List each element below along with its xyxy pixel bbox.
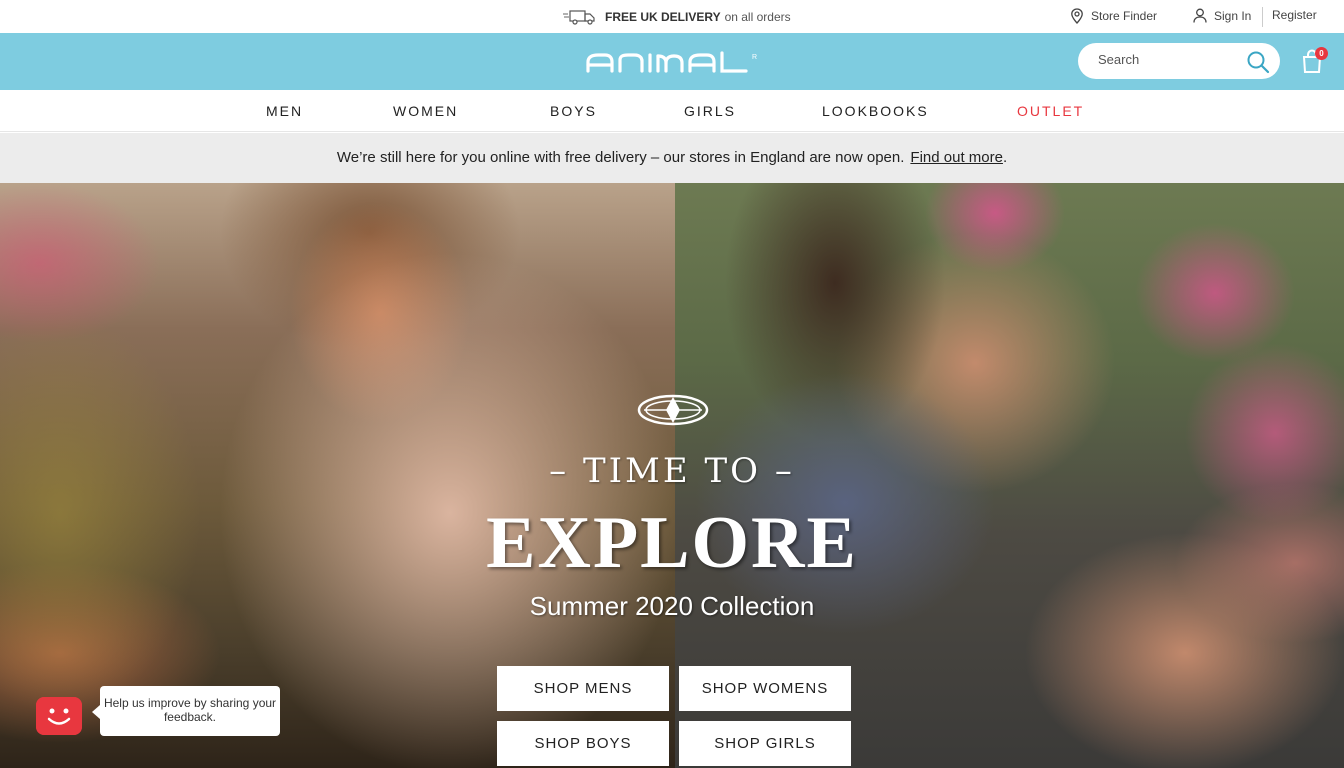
brand-header: R 0 [0,33,1344,90]
search-box[interactable] [1078,43,1280,79]
find-out-more-link[interactable]: Find out more [910,149,1003,166]
delivery-banner: FREE UK DELIVERY on all orders [563,8,791,26]
hero-kicker: – TIME TO – [549,451,795,491]
user-icon [1193,8,1207,23]
hero-banner: – TIME TO – EXPLORE Summer 2020 Collecti… [0,183,1344,768]
shop-womens-button[interactable]: SHOP WOMENS [679,666,851,711]
nav-outlet[interactable]: OUTLET [1017,103,1084,119]
register-link[interactable]: Register [1272,8,1317,22]
shop-girls-button[interactable]: SHOP GIRLS [679,721,851,766]
delivery-bold-text: FREE UK DELIVERY [605,10,721,24]
store-finder-link[interactable]: Store Finder [1070,8,1157,24]
search-icon[interactable] [1246,50,1270,74]
location-pin-icon [1071,8,1083,24]
store-finder-label: Store Finder [1091,9,1158,23]
nav-lookbooks[interactable]: LOOKBOOKS [822,103,929,119]
svg-text:R: R [752,54,757,61]
top-utility-bar: FREE UK DELIVERY on all orders Store Fin… [0,0,1344,33]
notice-text: We’re still here for you online with fre… [336,149,905,166]
feedback-prompt[interactable]: Help us improve by sharing your feedback… [92,686,280,736]
sign-in-link[interactable]: Sign In [1193,8,1251,23]
delivery-truck-icon [563,10,595,25]
shop-mens-button[interactable]: SHOP MENS [497,666,669,711]
utility-divider [1262,7,1263,27]
animal-emblem-icon [637,394,709,426]
bag-count-badge: 0 [1315,47,1328,60]
hero-subtitle: Summer 2020 Collection [529,591,815,621]
search-input[interactable] [1098,52,1248,67]
animal-logo[interactable]: R [584,50,768,74]
notice-suffix: . [1002,149,1008,166]
register-label: Register [1272,8,1317,22]
delivery-rest-text: on all orders [724,10,791,24]
sign-in-label: Sign In [1214,8,1252,23]
main-navigation: MEN WOMEN BOYS GIRLS LOOKBOOKS OUTLET [0,90,1344,132]
nav-boys[interactable]: BOYS [550,103,597,119]
nav-men[interactable]: MEN [266,103,303,119]
feedback-smiley-icon[interactable] [36,697,82,735]
shop-boys-button[interactable]: SHOP BOYS [497,721,669,766]
hero-title: EXPLORE [486,502,858,584]
nav-women[interactable]: WOMEN [393,103,458,119]
nav-girls[interactable]: GIRLS [684,103,736,119]
store-notice-bar: We’re still here for you online with fre… [0,133,1344,183]
